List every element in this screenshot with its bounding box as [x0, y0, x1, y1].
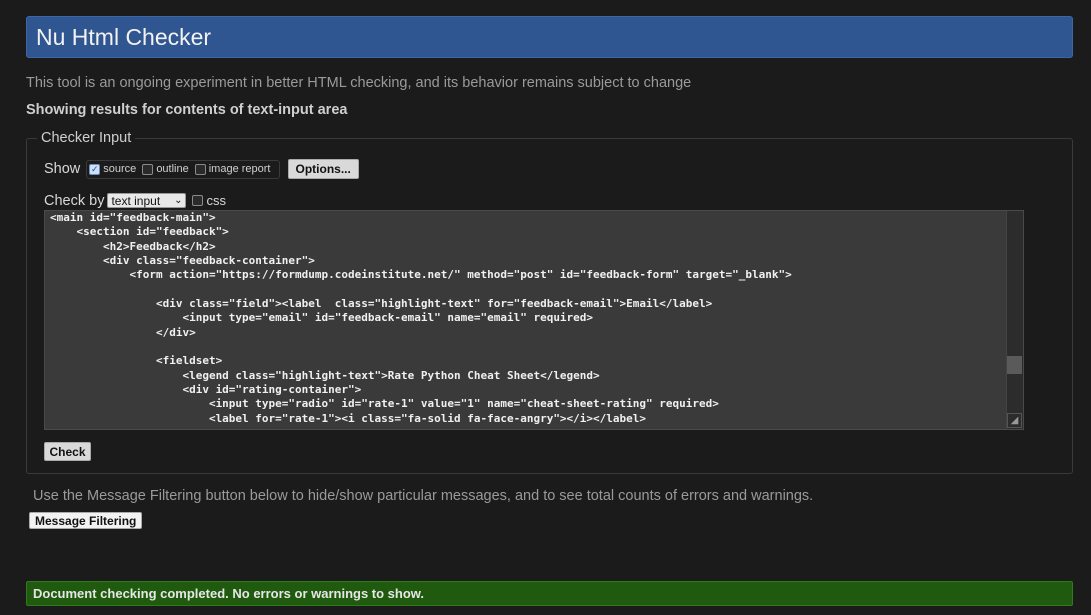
- check-by-value: text input: [111, 193, 161, 208]
- check-button[interactable]: Check: [44, 442, 91, 461]
- source-code: <main id="feedback-main"> <section id="f…: [50, 211, 792, 425]
- image-report-label: image report: [208, 163, 271, 175]
- filter-info-text: Use the Message Filtering button below t…: [33, 488, 814, 504]
- css-label: css: [206, 193, 226, 208]
- check-by-label: Check by: [44, 192, 105, 209]
- image-report-checkbox[interactable]: [194, 163, 206, 175]
- show-source-option[interactable]: ✓ source: [89, 163, 136, 175]
- scrollbar-thumb[interactable]: [1007, 356, 1022, 374]
- check-by-select[interactable]: text input ⌄: [107, 193, 187, 208]
- show-image-report-option[interactable]: image report: [194, 163, 271, 175]
- page-title: Nu Html Checker: [36, 23, 212, 50]
- css-option[interactable]: css: [192, 193, 226, 208]
- nu-checker-page: Nu Html Checker This tool is an ongoing …: [0, 0, 1091, 615]
- message-filtering-button[interactable]: Message Filtering: [29, 512, 143, 529]
- chevron-down-icon: ⌄: [174, 195, 183, 206]
- show-outline-option[interactable]: outline: [142, 163, 189, 175]
- css-checkbox[interactable]: [192, 195, 204, 206]
- outline-label: outline: [156, 163, 189, 175]
- showing-results-text: Showing results for contents of text-inp…: [26, 102, 348, 118]
- check-by-row: Check by text input ⌄ css: [44, 192, 226, 209]
- source-textarea[interactable]: <main id="feedback-main"> <section id="f…: [44, 210, 1024, 430]
- show-options-group: ✓ source outline image report: [86, 159, 280, 179]
- resize-handle-icon[interactable]: ◢: [1007, 413, 1022, 428]
- show-options-row: Show ✓ source outline image report Optio…: [44, 159, 359, 179]
- textarea-scrollbar[interactable]: [1006, 211, 1023, 429]
- checker-input-legend: Checker Input: [41, 130, 132, 146]
- source-label: source: [103, 163, 137, 175]
- options-button[interactable]: Options...: [287, 159, 359, 179]
- success-message: Document checking completed. No errors o…: [26, 581, 1073, 606]
- outline-checkbox[interactable]: [142, 163, 154, 175]
- intro-text: This tool is an ongoing experiment in be…: [26, 75, 692, 91]
- source-checkbox[interactable]: ✓: [89, 163, 101, 175]
- header-bar: Nu Html Checker: [26, 16, 1073, 58]
- show-label: Show: [44, 161, 81, 177]
